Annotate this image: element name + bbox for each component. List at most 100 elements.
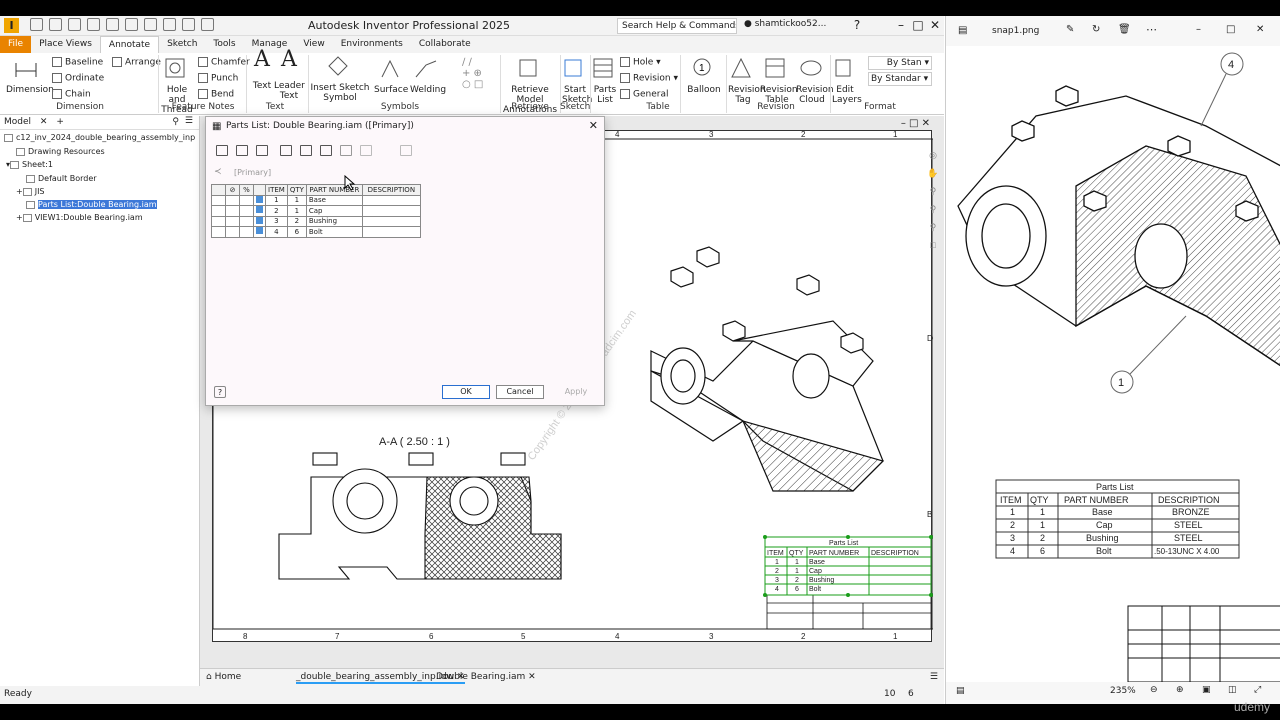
cell[interactable] <box>361 194 421 206</box>
cell[interactable]: Bolt <box>305 226 363 238</box>
tab-home[interactable]: ⌂ Home <box>206 672 241 682</box>
print-icon[interactable] <box>144 18 157 31</box>
browser-add-icon[interactable]: + <box>56 117 64 127</box>
arrange-button[interactable]: Arrange <box>112 57 161 68</box>
inventor-logo[interactable]: I <box>4 18 19 33</box>
actual-size-icon[interactable]: ◫ <box>1228 685 1237 695</box>
parts-list-grid[interactable]: ⊘ % ITEM QTY PART NUMBER DESCRIPTION 1 1… <box>211 184 421 238</box>
start-sketch-button[interactable]: Start Sketch <box>562 57 592 105</box>
export-icon[interactable] <box>300 145 312 156</box>
grid-header-item[interactable]: ITEM <box>265 184 288 196</box>
maximize-icon[interactable]: □ <box>911 18 925 32</box>
filmstrip-icon[interactable]: ▤ <box>956 686 965 696</box>
browser-menu-icon[interactable]: ☰ <box>185 116 193 126</box>
grid-header-qty[interactable]: QTY <box>286 184 307 196</box>
revision-table-small-button[interactable]: Revision ▾ <box>620 73 678 84</box>
chamfer-button[interactable]: Chamfer <box>198 57 250 68</box>
tab-file[interactable]: File <box>0 36 32 53</box>
punch-button[interactable]: Punch <box>198 73 238 84</box>
tab-place-views[interactable]: Place Views <box>31 36 100 53</box>
tab-menu-icon[interactable]: ☰ <box>930 672 938 682</box>
parts-list-button[interactable]: Parts List <box>592 57 618 105</box>
filter-settings-icon[interactable] <box>256 145 268 156</box>
general-table-button[interactable]: General <box>620 89 668 100</box>
tree-item-parts-list[interactable]: Parts List:Double Bearing.iam <box>26 200 157 209</box>
member-selection-icon[interactable] <box>400 145 412 156</box>
ok-button[interactable]: OK <box>442 385 490 399</box>
user-account[interactable]: ● shamtickoo52... <box>744 19 826 29</box>
update-icon[interactable] <box>163 18 176 31</box>
redo-icon[interactable] <box>106 18 119 31</box>
ordinate-button[interactable]: Ordinate <box>52 73 104 84</box>
surface-button[interactable]: Surface <box>374 57 408 95</box>
tree-item-sheet[interactable]: ▾ Sheet:1 <box>6 160 53 169</box>
fullscreen-icon[interactable]: ⤢ <box>1254 685 1261 695</box>
zoom-out-icon[interactable]: ⊖ <box>1150 685 1158 695</box>
sort-icon[interactable] <box>280 145 292 156</box>
measure-icon[interactable] <box>182 18 195 31</box>
dialog-help-icon[interactable]: ? <box>214 386 226 398</box>
tab-annotate[interactable]: Annotate <box>99 36 160 53</box>
cell[interactable]: Cap <box>305 205 363 217</box>
table-row[interactable]: 4 6 Bolt <box>211 226 421 238</box>
tab-view[interactable]: View <box>295 36 332 53</box>
cell[interactable]: Base <box>305 194 363 206</box>
rotate-icon[interactable]: ↻ <box>1092 24 1100 35</box>
new-icon[interactable] <box>30 18 43 31</box>
table-row[interactable]: 1 1 Base <box>211 194 421 206</box>
close-icon[interactable]: ✕ <box>928 18 942 32</box>
table-row[interactable]: 2 1 Cap <box>211 205 421 217</box>
dimension-button[interactable]: Dimension <box>6 57 54 95</box>
table-row[interactable]: 3 2 Bushing <box>211 215 421 227</box>
appearance-icon[interactable] <box>201 18 214 31</box>
dialog-close-icon[interactable]: ✕ <box>589 119 598 132</box>
baseline-button[interactable]: Baseline <box>52 57 103 68</box>
close-tab-icon[interactable]: ✕ <box>528 672 536 682</box>
bend-button[interactable]: Bend <box>198 89 234 100</box>
cell[interactable] <box>361 205 421 217</box>
insert-sketch-symbol-button[interactable]: Insert Sketch Symbol <box>310 55 370 103</box>
fit-icon[interactable]: ▣ <box>1202 685 1211 695</box>
grid-header-percent-icon[interactable]: % <box>239 184 254 196</box>
tab-sketch[interactable]: Sketch <box>159 36 205 53</box>
tab-collaborate[interactable]: Collaborate <box>411 36 479 53</box>
tab-tools[interactable]: Tools <box>205 36 243 53</box>
cell[interactable]: Bushing <box>305 215 363 227</box>
tree-item-drawing-resources[interactable]: Drawing Resources <box>16 147 105 156</box>
save-icon[interactable] <box>68 18 81 31</box>
cell[interactable] <box>361 226 421 238</box>
more-icon[interactable]: ⋯ <box>1146 23 1157 36</box>
edit-layers-button[interactable]: Edit Layers <box>832 57 862 105</box>
help-icon[interactable]: ? <box>850 18 864 32</box>
browser-close-icon[interactable]: ✕ <box>40 117 48 127</box>
table-layout-icon[interactable] <box>320 145 332 156</box>
viewer-close-icon[interactable]: ✕ <box>1256 24 1264 35</box>
grid-header-visibility-icon[interactable]: ⊘ <box>225 184 240 196</box>
revision-table-button[interactable]: Revision Table <box>760 57 798 105</box>
cancel-button[interactable]: Cancel <box>496 385 544 399</box>
symbols-small-tools[interactable]: ∕ ∕ + ⊕ ○ □ <box>462 57 483 90</box>
revision-tag-button[interactable]: Revision Tag <box>728 57 766 105</box>
group-settings-icon[interactable] <box>236 145 248 156</box>
open-icon[interactable] <box>49 18 62 31</box>
hole-table-button[interactable]: Hole ▾ <box>620 57 661 68</box>
chain-button[interactable]: Chain <box>52 89 91 100</box>
help-search-input[interactable]: Search Help & Commands... <box>617 18 737 34</box>
cell[interactable] <box>361 215 421 227</box>
zoom-in-icon[interactable]: ⊕ <box>1176 685 1184 695</box>
part-number-merge-icon[interactable] <box>360 145 372 156</box>
object-style-select[interactable]: By Standar ▾ <box>868 72 932 86</box>
bom-view-select[interactable]: [Primary] <box>234 168 414 180</box>
tab-iam-document[interactable]: Double Bearing.iam ✕ <box>436 672 536 682</box>
leader-text-button[interactable]: A Leader Text <box>274 49 305 102</box>
sheet-parts-list[interactable]: Parts List ITEM QTY PART NUMBER DESCRIPT… <box>763 535 933 597</box>
browser-search-icon[interactable]: ⚲ <box>172 117 179 127</box>
apply-button[interactable]: Apply <box>552 385 600 399</box>
delete-icon[interactable]: 🗑 <box>1118 24 1131 35</box>
tree-item-default-border[interactable]: Default Border <box>26 174 97 183</box>
welding-button[interactable]: Welding <box>410 57 446 95</box>
revision-cloud-button[interactable]: Revision Cloud <box>796 57 834 105</box>
viewer-maximize-icon[interactable]: □ <box>1226 24 1235 35</box>
viewer-minimize-icon[interactable]: – <box>1196 24 1201 35</box>
text-button[interactable]: A Text <box>250 49 274 92</box>
